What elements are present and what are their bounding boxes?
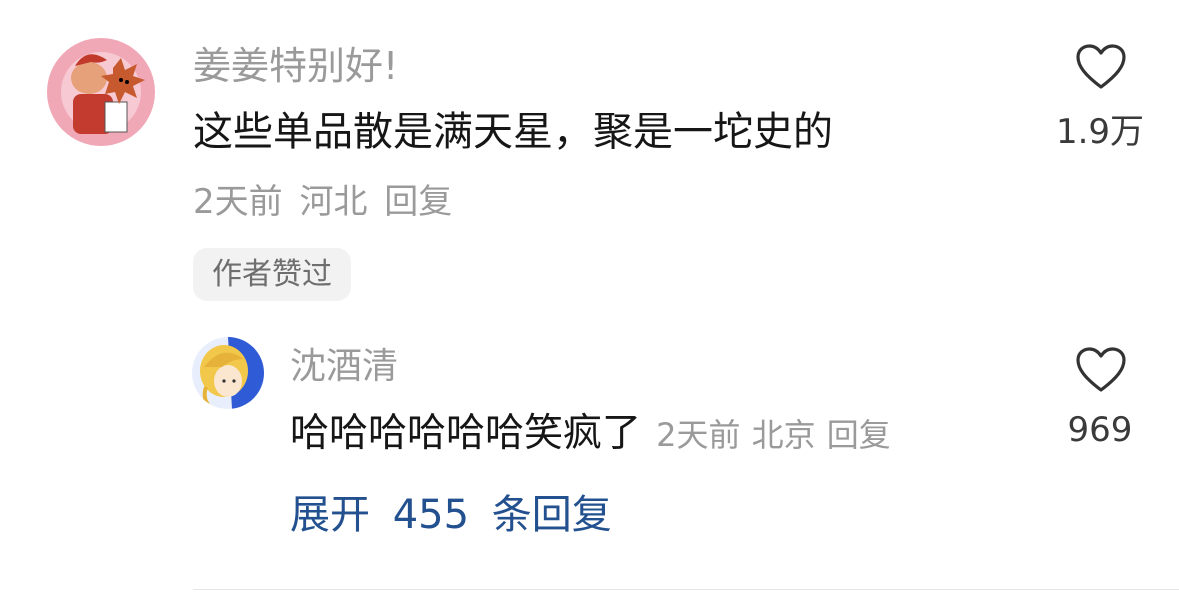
expand-suffix: 条回复: [491, 492, 612, 538]
commenter-avatar[interactable]: [47, 38, 155, 146]
comment-reply-button[interactable]: 回复: [384, 182, 452, 222]
comment-text[interactable]: 这些单品散是满天星，聚是一坨史的: [193, 106, 833, 158]
reply-like-count: 969: [1067, 410, 1133, 450]
comment-divider: [193, 589, 1179, 590]
reply-text[interactable]: 哈哈哈哈哈哈笑疯了: [290, 411, 641, 456]
reply-reply-button[interactable]: 回复: [827, 416, 891, 454]
commenter-username[interactable]: 姜姜特别好!: [193, 42, 398, 90]
comment-like-count: 1.9万: [1055, 112, 1145, 152]
reply-like-icon[interactable]: [1075, 346, 1127, 394]
reply-time: 2天前: [656, 416, 741, 454]
expand-count: 455: [392, 492, 470, 538]
expand-replies-button[interactable]: 展开 455 条回复: [290, 488, 612, 542]
replier-avatar[interactable]: [192, 337, 264, 409]
comment-like-icon[interactable]: [1075, 43, 1127, 91]
reply-location: 北京: [751, 416, 816, 454]
expand-prefix: 展开: [290, 492, 370, 538]
reply-line: 哈哈哈哈哈哈笑疯了 2天前 北京 回复: [290, 408, 891, 467]
comment-location: 河北: [299, 182, 368, 222]
comment-meta: 2天前 河北 回复: [193, 180, 452, 224]
author-liked-badge: 作者赞过: [193, 248, 351, 301]
replier-username[interactable]: 沈酒清: [290, 344, 398, 390]
comment-time: 2天前: [193, 182, 283, 222]
